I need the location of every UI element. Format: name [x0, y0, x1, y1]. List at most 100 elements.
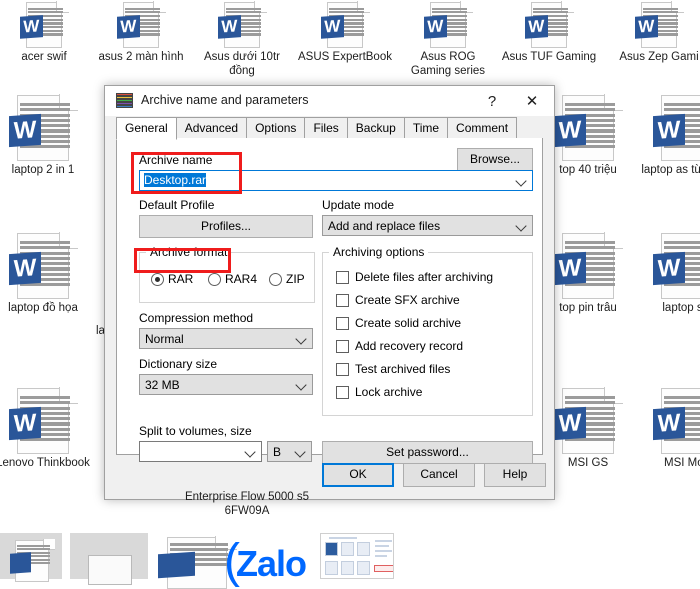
- blank-page-icon: [88, 555, 132, 585]
- chevron-down-icon[interactable]: [244, 446, 256, 458]
- partial-desktop-label-center: Enterprise Flow 5000 s5 6FW09A: [184, 491, 309, 517]
- chevron-down-icon[interactable]: [515, 175, 527, 187]
- chevron-down-icon[interactable]: [515, 220, 527, 232]
- tab-options[interactable]: Options: [246, 117, 306, 138]
- desktop-icon[interactable]: W asus 2 màn hình: [93, 1, 189, 65]
- word-document-icon: W: [424, 1, 473, 48]
- word-icon-letter: W: [9, 252, 41, 286]
- taskbar-thumbnail-document[interactable]: [0, 533, 62, 582]
- archive-name-input[interactable]: Desktop.rar: [139, 170, 533, 191]
- checkbox-label: Delete files after archiving: [355, 270, 494, 284]
- checkbox-label: Lock archive: [355, 385, 423, 399]
- word-icon-letter: W: [635, 15, 658, 39]
- screenshot-red-highlight: [374, 565, 393, 572]
- ok-button[interactable]: OK: [322, 463, 394, 487]
- screenshot-file-tile: [325, 561, 338, 575]
- desktop-icon-label: laptop as từ nước: [641, 164, 700, 176]
- desktop-icon[interactable]: W laptop đồ họa: [0, 232, 93, 316]
- desktop-icon[interactable]: W Asus dưới 10tr đồng: [194, 1, 290, 78]
- desktop-icon-label: laptop đồ họa: [8, 302, 78, 314]
- winrar-books-icon: [116, 93, 133, 109]
- word-document-icon: W: [525, 1, 574, 48]
- archive-name-and-parameters-dialog[interactable]: Archive name and parameters ? ✕ General …: [104, 85, 555, 500]
- taskbar-thumbnail-explorer-screenshot[interactable]: [320, 533, 394, 579]
- tab-general[interactable]: General: [116, 117, 177, 140]
- set-password-button[interactable]: Set password...: [322, 441, 533, 464]
- chevron-down-icon[interactable]: [295, 333, 307, 345]
- titlebar-help-icon[interactable]: ?: [472, 86, 512, 116]
- radio-rar4-box: [208, 273, 221, 286]
- desktop-icon[interactable]: W laptop sin: [637, 233, 700, 316]
- word-icon-letter: W: [9, 114, 41, 148]
- dictionary-size-select[interactable]: 32 MB: [139, 374, 313, 395]
- archive-format-label: Archive format: [146, 245, 232, 259]
- checkbox-label: Create SFX archive: [355, 293, 460, 307]
- word-icon-letter: W: [9, 407, 41, 441]
- chevron-down-icon[interactable]: [295, 379, 307, 391]
- tab-time[interactable]: Time: [403, 117, 449, 138]
- word-document-icon: W: [9, 94, 78, 161]
- compression-method-label: Compression method: [139, 311, 254, 325]
- compression-method-select[interactable]: Normal: [139, 328, 313, 349]
- compression-method-value: Normal: [145, 332, 184, 346]
- word-icon-letter: W: [218, 15, 241, 39]
- tab-backup[interactable]: Backup: [346, 117, 405, 138]
- desktop-icon-label: ASUS ExpertBook: [298, 51, 392, 63]
- word-document-icon: W: [653, 233, 700, 299]
- radio-rar-box: [151, 273, 164, 286]
- desktop-icon[interactable]: W laptop 2 in 1: [0, 94, 93, 178]
- word-icon-letter: W: [653, 407, 685, 441]
- word-icon-letter: W: [554, 114, 586, 148]
- radio-rar-label: RAR: [168, 272, 194, 286]
- word-icon-letter: W: [424, 15, 447, 39]
- desktop-icon[interactable]: W laptop as từ nước: [637, 95, 700, 178]
- chevron-down-icon[interactable]: [294, 446, 306, 458]
- word-document-icon: W: [554, 94, 623, 161]
- close-icon[interactable]: ✕: [512, 86, 552, 116]
- word-document-icon: W: [20, 1, 69, 48]
- desktop-icon[interactable]: W MSI Mod: [637, 388, 700, 471]
- word-icon-letter: W: [20, 15, 43, 39]
- desktop-icon[interactable]: W Asus TUF Gaming: [501, 1, 597, 65]
- word-document-icon: W: [653, 388, 700, 454]
- word-icon-letter: W: [525, 15, 548, 39]
- taskbar-thumbnail-blank[interactable]: [70, 533, 148, 585]
- tab-files[interactable]: Files: [304, 117, 348, 138]
- desktop-icon-label: Asus Zep Gami: [619, 51, 699, 63]
- profiles-button[interactable]: Profiles...: [139, 215, 313, 238]
- split-unit-select[interactable]: B: [267, 441, 312, 462]
- dictionary-size-label: Dictionary size: [139, 357, 218, 371]
- split-to-volumes-size-select[interactable]: [139, 441, 262, 462]
- default-profile-label: Default Profile: [139, 198, 215, 212]
- dialog-titlebar[interactable]: Archive name and parameters ? ✕: [105, 86, 554, 116]
- word-icon-letter: W: [653, 252, 685, 286]
- checkbox-label: Test archived files: [355, 362, 451, 376]
- desktop-icon[interactable]: W Lenovo Thinkbook: [0, 387, 93, 471]
- radio-zip-label: ZIP: [286, 272, 305, 286]
- word-icon-letter: W: [117, 15, 140, 39]
- split-unit-value: B: [273, 445, 282, 459]
- screenshot-file-tile: [357, 561, 370, 575]
- help-button[interactable]: Help: [484, 463, 546, 487]
- tab-strip: General Advanced Options Files Backup Ti…: [116, 117, 543, 140]
- desktop-icon-label: acer swif: [21, 51, 67, 63]
- desktop-icon[interactable]: W acer swif: [0, 1, 92, 65]
- update-mode-select[interactable]: Add and replace files: [322, 215, 533, 236]
- tab-comment[interactable]: Comment: [447, 117, 518, 138]
- desktop-icon[interactable]: W ASUS ExpertBook: [297, 1, 393, 65]
- word-document-icon: W: [635, 1, 684, 48]
- word-icon-letter: W: [554, 252, 586, 286]
- desktop-icon[interactable]: W Asus ROG Gaming series: [400, 1, 496, 78]
- cancel-button[interactable]: Cancel: [403, 463, 475, 487]
- screenshot-header-line: [329, 537, 357, 539]
- screenshot-detail-line: [375, 550, 392, 552]
- archive-name-label: Archive name: [139, 153, 213, 167]
- checkbox-box: [336, 386, 349, 399]
- archiving-options-label: Archiving options: [329, 245, 429, 259]
- word-document-icon: [10, 539, 55, 582]
- browse-button[interactable]: Browse...: [457, 148, 533, 171]
- tab-advanced[interactable]: Advanced: [175, 117, 248, 138]
- zalo-paren-icon: (: [224, 535, 240, 588]
- word-icon-letter: W: [554, 407, 586, 441]
- desktop-icon[interactable]: W Asus Zep Gami: [611, 1, 700, 65]
